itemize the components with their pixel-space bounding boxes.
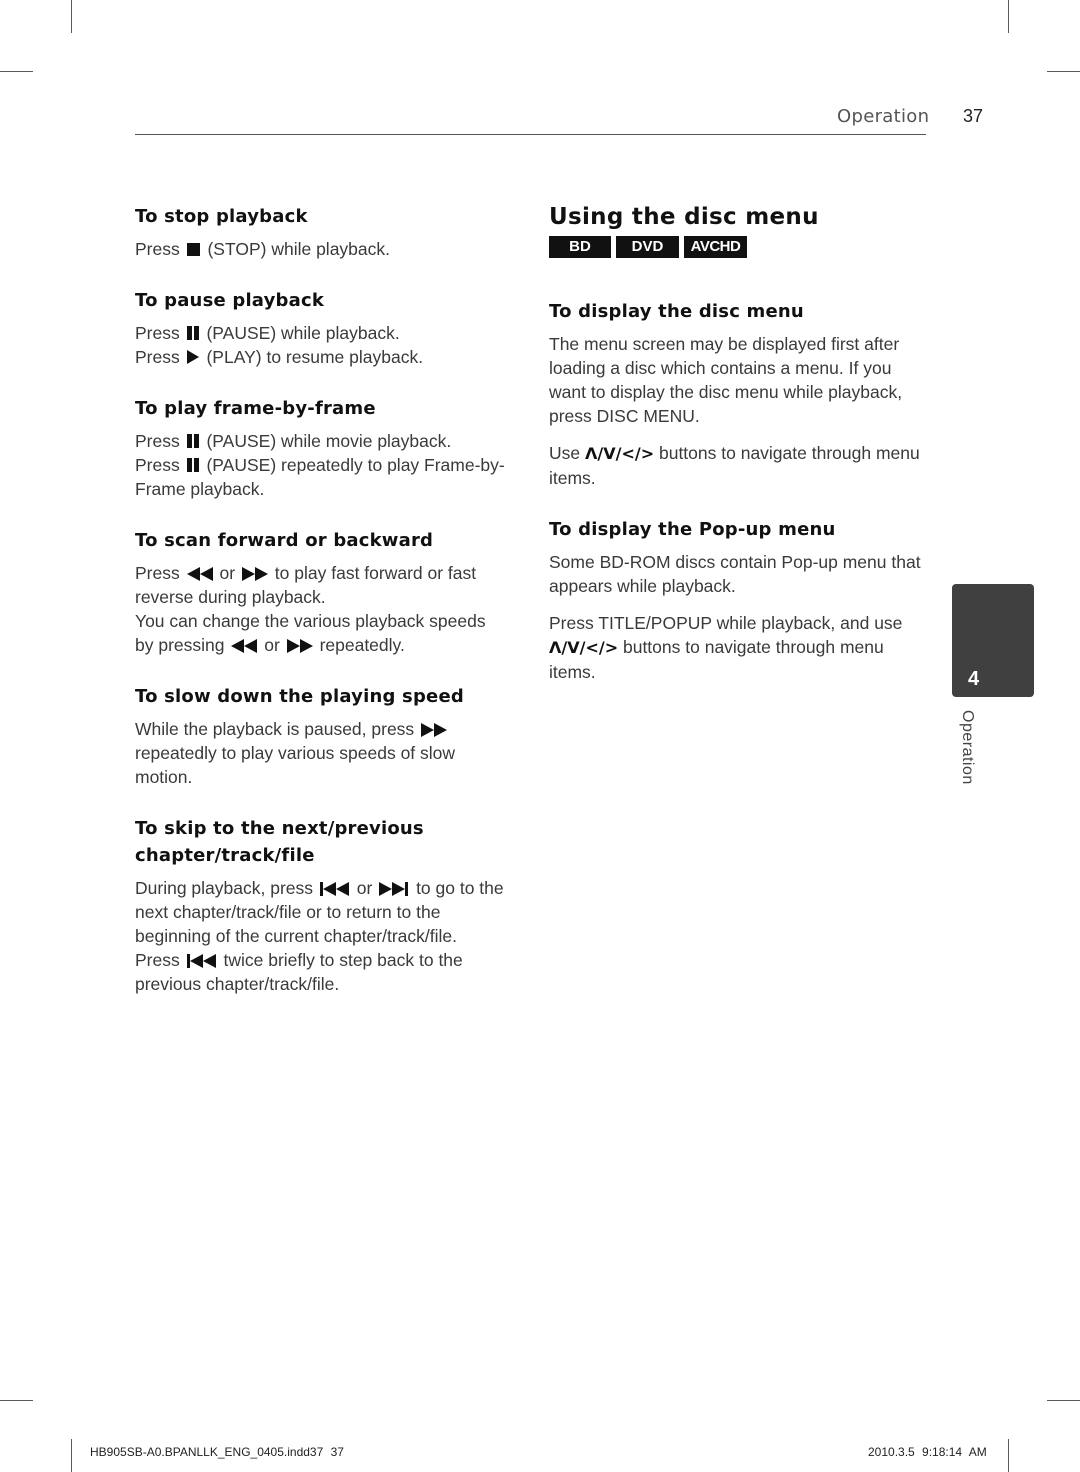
section-heading: To slow down the playing speed bbox=[135, 686, 464, 707]
instruction-text: While the playback is paused, press repe… bbox=[135, 719, 456, 787]
skip-previous-icon bbox=[319, 882, 349, 896]
crop-mark bbox=[0, 71, 33, 72]
section-heading: To scan forward or backward bbox=[135, 530, 434, 551]
section-heading: To pause playback bbox=[135, 290, 325, 311]
section-slow-motion: To slow down the playing speed While the… bbox=[135, 683, 505, 789]
fast-forward-icon bbox=[421, 723, 448, 737]
disc-type-badges: BD DVD AVCHD bbox=[549, 236, 929, 258]
section-pause-playback: To pause playback Press (PAUSE) while pl… bbox=[135, 287, 505, 369]
left-column: To stop playback Press (STOP) while play… bbox=[135, 203, 505, 1022]
fast-forward-icon bbox=[286, 639, 313, 653]
skip-previous-icon bbox=[186, 954, 216, 968]
crop-mark bbox=[1047, 71, 1080, 72]
instruction-text: During playback, press or to go to the n… bbox=[135, 878, 504, 946]
instruction-text: Press (PAUSE) while movie playback. bbox=[135, 431, 452, 451]
section-heading: To stop playback bbox=[135, 206, 308, 227]
fast-forward-icon bbox=[241, 567, 268, 581]
running-header-section: Operation bbox=[837, 106, 930, 127]
pause-icon bbox=[186, 458, 199, 472]
page-title: Using the disc menu bbox=[549, 204, 819, 230]
page-number: 37 bbox=[963, 106, 984, 126]
section-display-popup-menu: To display the Pop-up menu Some BD-ROM d… bbox=[549, 516, 929, 684]
pause-icon bbox=[186, 434, 199, 448]
crop-mark bbox=[1008, 0, 1009, 33]
chapter-number: 4 bbox=[968, 668, 980, 690]
badge-bd: BD bbox=[549, 236, 611, 258]
crop-mark bbox=[1047, 1400, 1080, 1401]
section-heading: To skip to the next/previous chapter/tra… bbox=[135, 818, 424, 866]
instruction-text: The menu screen may be displayed first a… bbox=[549, 334, 903, 426]
footer-timestamp: 2010.3.5 9:18:14 AM bbox=[868, 1445, 987, 1459]
crop-mark bbox=[71, 0, 72, 33]
instruction-text: Press (STOP) while playback. bbox=[135, 239, 391, 259]
section-heading: To display the disc menu bbox=[549, 301, 804, 322]
right-column: Using the disc menu BD DVD AVCHD To disp… bbox=[549, 203, 929, 710]
play-icon bbox=[186, 350, 199, 364]
crop-mark bbox=[1008, 1439, 1009, 1472]
instruction-text: You can change the various playback spee… bbox=[135, 611, 486, 655]
section-skip: To skip to the next/previous chapter/tra… bbox=[135, 815, 505, 996]
section-display-disc-menu: To display the disc menu The menu screen… bbox=[549, 298, 929, 490]
instruction-text: Use Λ/V/</> buttons to navigate through … bbox=[549, 443, 920, 488]
section-scan: To scan forward or backward Press or to … bbox=[135, 527, 505, 657]
section-heading: To display the Pop-up menu bbox=[549, 519, 836, 540]
stop-icon bbox=[186, 243, 200, 256]
pause-icon bbox=[186, 326, 199, 340]
instruction-text: Press (PAUSE) while playback. bbox=[135, 323, 400, 343]
section-stop-playback: To stop playback Press (STOP) while play… bbox=[135, 203, 505, 261]
section-heading: To play frame-by-frame bbox=[135, 398, 376, 419]
instruction-text: Press or to play fast forward or fast re… bbox=[135, 563, 477, 607]
chapter-label: Operation bbox=[959, 710, 976, 785]
instruction-text: Press (PLAY) to resume playback. bbox=[135, 347, 424, 367]
rewind-icon bbox=[231, 639, 258, 653]
navigation-arrows-icon: Λ/V/</> bbox=[585, 444, 655, 463]
instruction-text: Some BD-ROM discs contain Pop-up menu th… bbox=[549, 552, 921, 596]
crop-mark bbox=[0, 1400, 33, 1401]
badge-avchd: AVCHD bbox=[684, 236, 747, 258]
header-divider bbox=[135, 134, 926, 135]
badge-dvd: DVD bbox=[616, 236, 679, 258]
skip-next-icon bbox=[379, 882, 409, 896]
navigation-arrows-icon: Λ/V/</> bbox=[549, 638, 619, 657]
section-frame-by-frame: To play frame-by-frame Press (PAUSE) whi… bbox=[135, 395, 505, 501]
crop-mark bbox=[71, 1439, 72, 1472]
footer-file-info: HB905SB-A0.BPANLLK_ENG_0405.indd37 37 bbox=[90, 1445, 344, 1459]
chapter-tab: 4 bbox=[952, 584, 1034, 697]
instruction-text: Press twice briefly to step back to the … bbox=[135, 950, 463, 994]
rewind-icon bbox=[186, 567, 213, 581]
instruction-text: Press TITLE/POPUP while playback, and us… bbox=[549, 613, 903, 682]
instruction-text: Press (PAUSE) repeatedly to play Frame-b… bbox=[135, 455, 505, 499]
